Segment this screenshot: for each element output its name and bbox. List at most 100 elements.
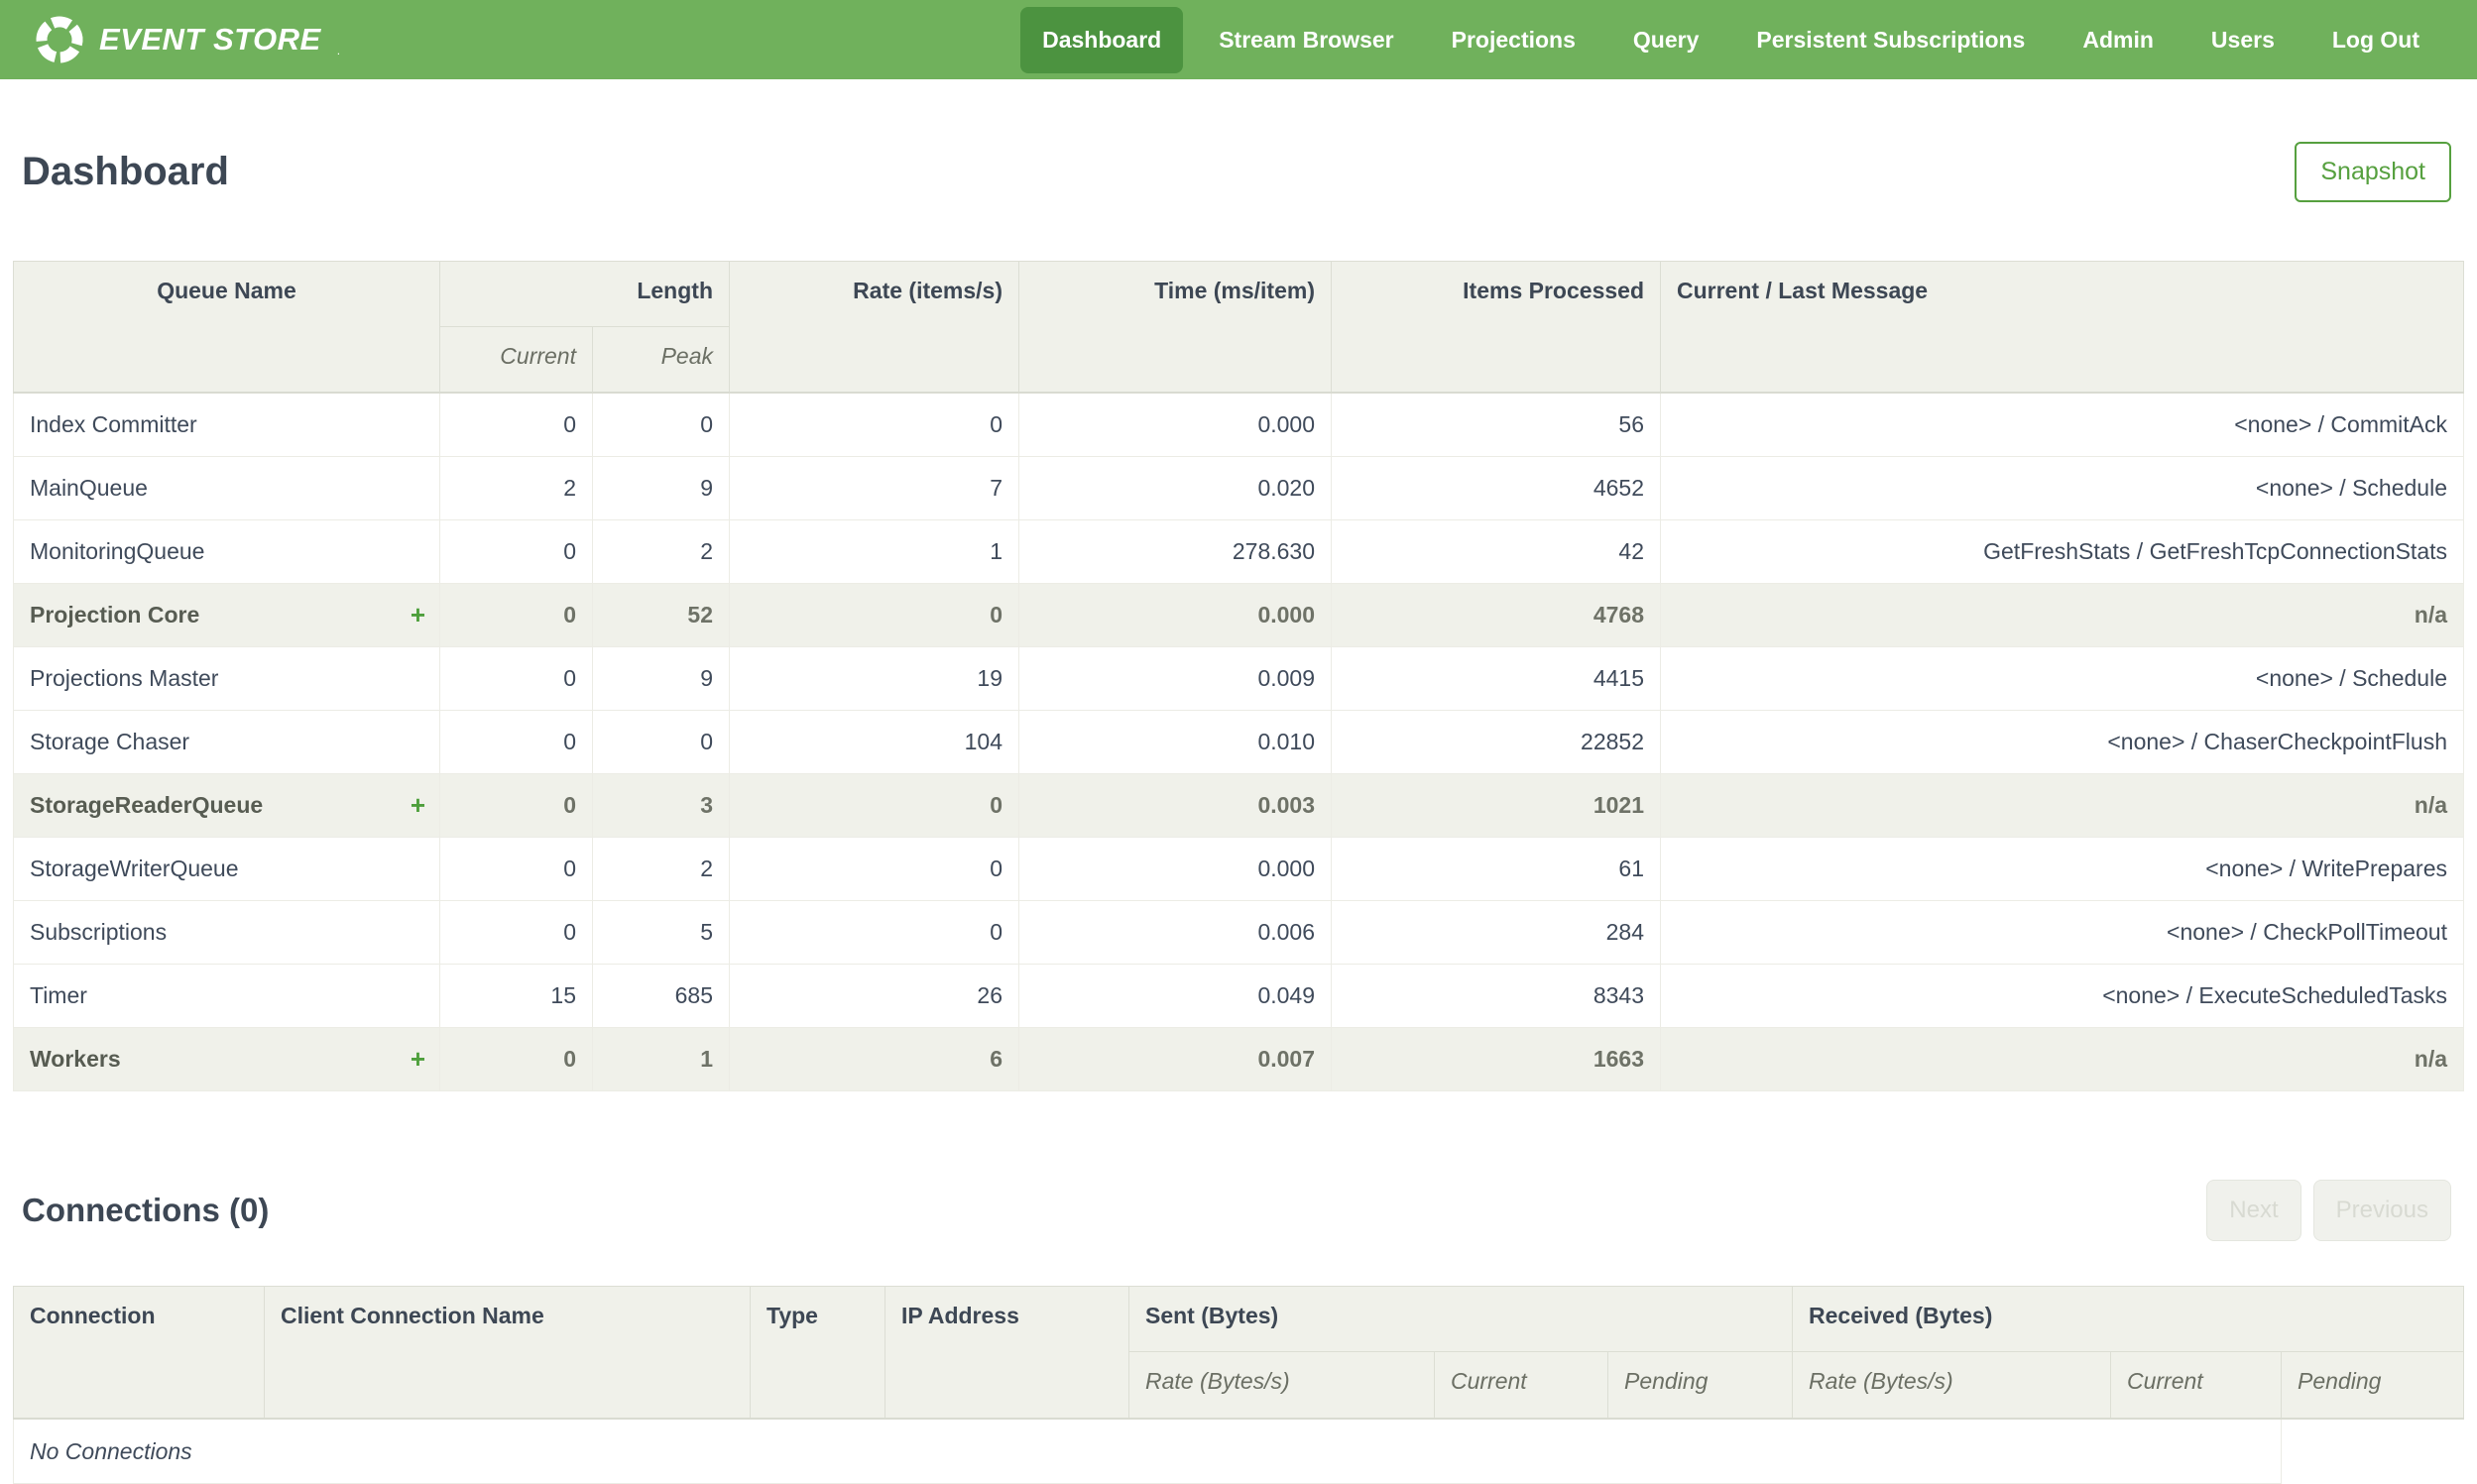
queue-rate: 104 [729,709,1019,774]
queue-name-cell: MainQueue [13,455,440,520]
queue-time: 278.630 [1018,518,1332,584]
queue-group-row: Workers +0 1 6 0.007 1663 n/a [13,1026,2464,1091]
queue-message: n/a [1660,1026,2464,1091]
queue-length-peak: 2 [592,518,730,584]
queue-time: 0.000 [1018,582,1332,647]
col-header-ip-address: IP Address [885,1286,1129,1420]
queue-message: <none> / CommitAck [1660,392,2464,457]
brand-trademark: . [336,44,341,57]
page-title: Dashboard [22,149,229,193]
top-navigation-bar: EVENT STORE . Dashboard Stream Browser P… [0,0,2477,79]
queue-length-current: 0 [439,518,593,584]
queue-time: 0.020 [1018,455,1332,520]
queue-row: Subscriptions 0 5 0 0.006 284 <none> / CheckPo… [13,899,2464,965]
previous-button[interactable]: Previous [2312,1179,2451,1241]
queue-rate: 0 [729,899,1019,965]
col-header-items-processed: Items Processed [1331,260,1661,394]
no-connections-row: No Connections [13,1418,2464,1484]
col-header-sent-pending: Pending [1607,1351,1793,1420]
queue-length-peak: 52 [592,582,730,647]
nav-item-persistent-subscriptions[interactable]: Persistent Subscriptions [1734,7,2047,73]
queue-items-processed: 42 [1331,518,1661,584]
queue-rate: 0 [729,836,1019,901]
next-button[interactable]: Next [2206,1179,2301,1241]
queue-length-current: 2 [439,455,593,520]
queue-name: Storage Chaser [30,728,190,754]
queue-length-peak: 0 [592,709,730,774]
queue-message: <none> / Schedule [1660,645,2464,711]
queue-items-processed: 61 [1331,836,1661,901]
queue-message: GetFreshStats / GetFreshTcpConnectionSta… [1660,518,2464,584]
queue-rate: 0 [729,772,1019,838]
queue-items-processed: 1021 [1331,772,1661,838]
col-header-rate: Rate (items/s) [729,260,1019,394]
nav-item-query[interactable]: Query [1611,7,1720,73]
queues-table: Queue Name Length Rate (items/s) Time (m… [13,260,2464,1091]
queue-items-processed: 22852 [1331,709,1661,774]
queue-message: n/a [1660,582,2464,647]
col-header-received-rate: Rate (Bytes/s) [1792,1351,2111,1420]
queue-length-current: 0 [439,392,593,457]
queue-message: <none> / CheckPollTimeout [1660,899,2464,965]
col-header-received-bytes: Received (Bytes) [1792,1286,2464,1353]
queue-rate: 26 [729,963,1019,1028]
queue-row: Storage Chaser 0 0 104 0.010 22852 <none> / Ch… [13,709,2464,774]
queue-name: Workers [30,1045,121,1072]
queue-length-peak: 2 [592,836,730,901]
queue-row: StorageWriterQueue 0 2 0 0.000 61 <none> / Wri… [13,836,2464,901]
eventstore-logo-icon [34,14,85,65]
queue-time: 0.009 [1018,645,1332,711]
queue-row: Timer 15 685 26 0.049 8343 <none> / ExecuteSch… [13,963,2464,1028]
queue-time: 0.006 [1018,899,1332,965]
queue-length-current: 0 [439,709,593,774]
expand-icon[interactable]: + [411,602,425,628]
connections-pager: Next Previous [2206,1179,2451,1241]
connections-title: Connections (0) [22,1191,270,1228]
queue-name: Index Committer [30,410,197,437]
main-nav: Dashboard Stream Browser Projections Que… [1006,6,2441,73]
queue-row: Index Committer 0 0 0 0.000 56 <none> / Commit… [13,392,2464,457]
queue-name: StorageWriterQueue [30,855,239,881]
queue-time: 0.003 [1018,772,1332,838]
queue-name-cell: Workers + [13,1026,440,1091]
eventstore-brand[interactable]: EVENT STORE . [34,14,340,65]
col-header-sent-bytes: Sent (Bytes) [1128,1286,1793,1353]
brand-title: EVENT STORE [99,22,321,57]
col-header-queue-name: Queue Name [13,260,440,394]
nav-item-admin[interactable]: Admin [2061,7,2176,73]
snapshot-button[interactable]: Snapshot [2295,141,2451,202]
queue-time: 0.000 [1018,392,1332,457]
queue-length-current: 0 [439,1026,593,1091]
nav-item-users[interactable]: Users [2189,7,2297,73]
queue-message: <none> / WritePrepares [1660,836,2464,901]
connections-table: Connection Client Connection Name Type I… [13,1286,2464,1484]
queue-rate: 6 [729,1026,1019,1091]
col-header-sent-current: Current [1434,1351,1608,1420]
queue-rate: 0 [729,392,1019,457]
col-header-sent-rate: Rate (Bytes/s) [1128,1351,1435,1420]
queue-items-processed: 8343 [1331,963,1661,1028]
queue-name: Timer [30,981,87,1008]
queue-name: Projection Core [30,601,200,628]
nav-item-projections[interactable]: Projections [1430,7,1597,73]
queue-row: MainQueue 2 9 7 0.020 4652 <none> / Schedule [13,455,2464,520]
col-header-received-current: Current [2110,1351,2282,1420]
expand-icon[interactable]: + [411,792,425,818]
queue-items-processed: 1663 [1331,1026,1661,1091]
col-header-length-current: Current [439,325,593,394]
queue-length-current: 0 [439,772,593,838]
col-header-connection: Connection [13,1286,265,1420]
queue-length-current: 0 [439,836,593,901]
col-header-time: Time (ms/item) [1018,260,1332,394]
expand-icon[interactable]: + [411,1046,425,1072]
queue-rate: 0 [729,582,1019,647]
nav-item-stream-browser[interactable]: Stream Browser [1197,7,1415,73]
queue-name-cell: MonitoringQueue [13,518,440,584]
queue-name-cell: Storage Chaser [13,709,440,774]
nav-item-dashboard[interactable]: Dashboard [1020,6,1184,73]
queue-length-current: 15 [439,963,593,1028]
queue-name-cell: Index Committer [13,392,440,457]
queue-name-cell: Subscriptions [13,899,440,965]
nav-item-log-out[interactable]: Log Out [2310,7,2441,73]
queue-items-processed: 4415 [1331,645,1661,711]
